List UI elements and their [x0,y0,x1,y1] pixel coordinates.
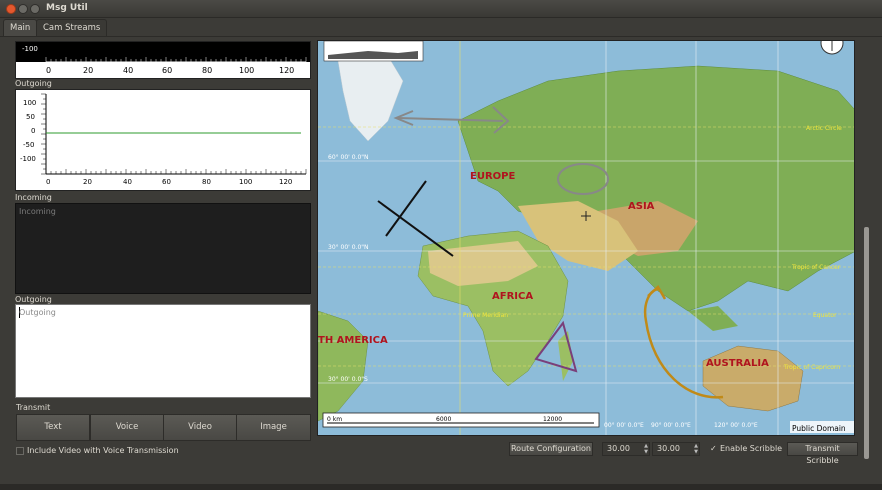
route-configuration-button[interactable]: Route Configuration [509,442,593,456]
spinbox-2[interactable]: 30.00 ▲ ▼ [652,442,700,456]
coord-lat30: 30° 00' 0.0"N [328,244,369,251]
map-vertical-scrollbar[interactable] [864,227,869,459]
incoming-placeholder: Incoming [19,207,56,216]
y-tick: 0 [31,127,36,135]
y-tick: -100 [20,155,36,163]
coord-lon120: 120° 00' 0.0"E [714,422,758,429]
label-australia: AUSTRALIA [706,358,769,369]
video-button[interactable]: Video [163,414,237,441]
label-tropic-cancer: Tropic of Cancer [791,264,841,271]
outgoing-text-label: Outgoing [15,295,52,304]
main-panel: -100 0 20 40 60 80 100 120 Outgoing 100 … [0,36,882,490]
map-svg[interactable]: EUROPE ASIA AFRICA TH AMERICA AUSTRALIA … [318,41,855,436]
coord-lat30s: 30° 00' 0.0"S [328,376,368,383]
top-x-tick: 40 [123,66,134,75]
label-south-america: TH AMERICA [318,335,388,346]
top-x-tick: 20 [83,66,94,75]
x-tick: 0 [46,178,51,186]
label-africa: AFRICA [492,291,533,302]
incoming-label: Incoming [15,193,52,202]
coord-lon90: 90° 00' 0.0"E [651,422,691,429]
top-x-tick: 120 [279,66,295,75]
tab-bar: Main Cam Streams [0,18,882,36]
text-button[interactable]: Text [16,414,90,441]
label-equator: Equator [813,312,837,319]
top-x-tick: 0 [46,66,52,75]
outgoing-placeholder: Outgoing [19,308,56,317]
x-tick: 100 [239,178,253,186]
x-tick: 40 [123,178,132,186]
outgoing-plot-svg [41,93,307,175]
image-button[interactable]: Image [236,414,311,441]
spinbox-1[interactable]: 30.00 ▲ ▼ [602,442,650,456]
x-tick: 60 [162,178,171,186]
outgoing-plot: 100 50 0 -50 -100 0 20 40 60 80 100 120 [15,89,311,191]
enable-scribble-checkbox[interactable]: ✓ [710,444,717,453]
scale-mid: 6000 [436,416,451,423]
minimize-icon[interactable] [18,4,28,14]
transmit-label: Transmit [16,403,51,412]
spinbox-2-value: 30.00 [657,444,680,453]
label-asia: ASIA [628,201,655,212]
spin-down-icon[interactable]: ▼ [644,449,648,455]
scale-end: 12000 [543,416,562,423]
top-x-tick: 60 [162,66,173,75]
y-tick: 100 [23,99,37,107]
maximize-icon[interactable] [30,4,40,14]
label-arctic-circle: Arctic Circle [806,125,842,132]
title-bar: Msg Util [0,0,882,18]
window-title: Msg Util [46,3,88,13]
voice-button[interactable]: Voice [90,414,164,441]
top-plot: -100 0 20 40 60 80 100 120 [15,41,311,79]
outgoing-plot-label: Outgoing [15,79,52,88]
include-video-checkbox[interactable] [16,447,24,455]
spin-down-icon[interactable]: ▼ [694,449,698,455]
top-plot-y-tick: -100 [22,45,38,53]
x-tick: 80 [202,178,211,186]
close-icon[interactable] [6,4,16,14]
x-tick: 20 [83,178,92,186]
label-prime-meridian: Prime Meridian [463,312,508,319]
attribution: Public Domain [792,424,846,433]
label-europe: EUROPE [470,171,515,182]
include-video-label: Include Video with Voice Transmission [27,446,179,455]
top-x-tick: 100 [239,66,255,75]
y-tick: 50 [26,113,35,121]
spinbox-1-value: 30.00 [607,444,630,453]
incoming-textarea[interactable]: Incoming [15,203,311,294]
coord-lon0: 00° 00' 0.0"E [604,422,644,429]
map-view[interactable]: EUROPE ASIA AFRICA TH AMERICA AUSTRALIA … [317,40,855,436]
bottom-strip [0,484,882,490]
tab-cam-streams[interactable]: Cam Streams [36,19,108,36]
scale-start: 0 km [327,416,342,423]
coord-lat60: 60° 00' 0.0"N [328,154,369,161]
enable-scribble-label: Enable Scribble [720,444,783,453]
tab-main[interactable]: Main [3,19,38,36]
transmit-scribble-button[interactable]: Transmit Scribble [787,442,858,465]
label-tropic-capricorn: Tropic of Capricorn [783,364,840,371]
y-tick: -50 [23,141,35,149]
outgoing-textarea[interactable]: Outgoing [15,304,311,398]
x-tick: 120 [279,178,293,186]
top-x-tick: 80 [202,66,213,75]
